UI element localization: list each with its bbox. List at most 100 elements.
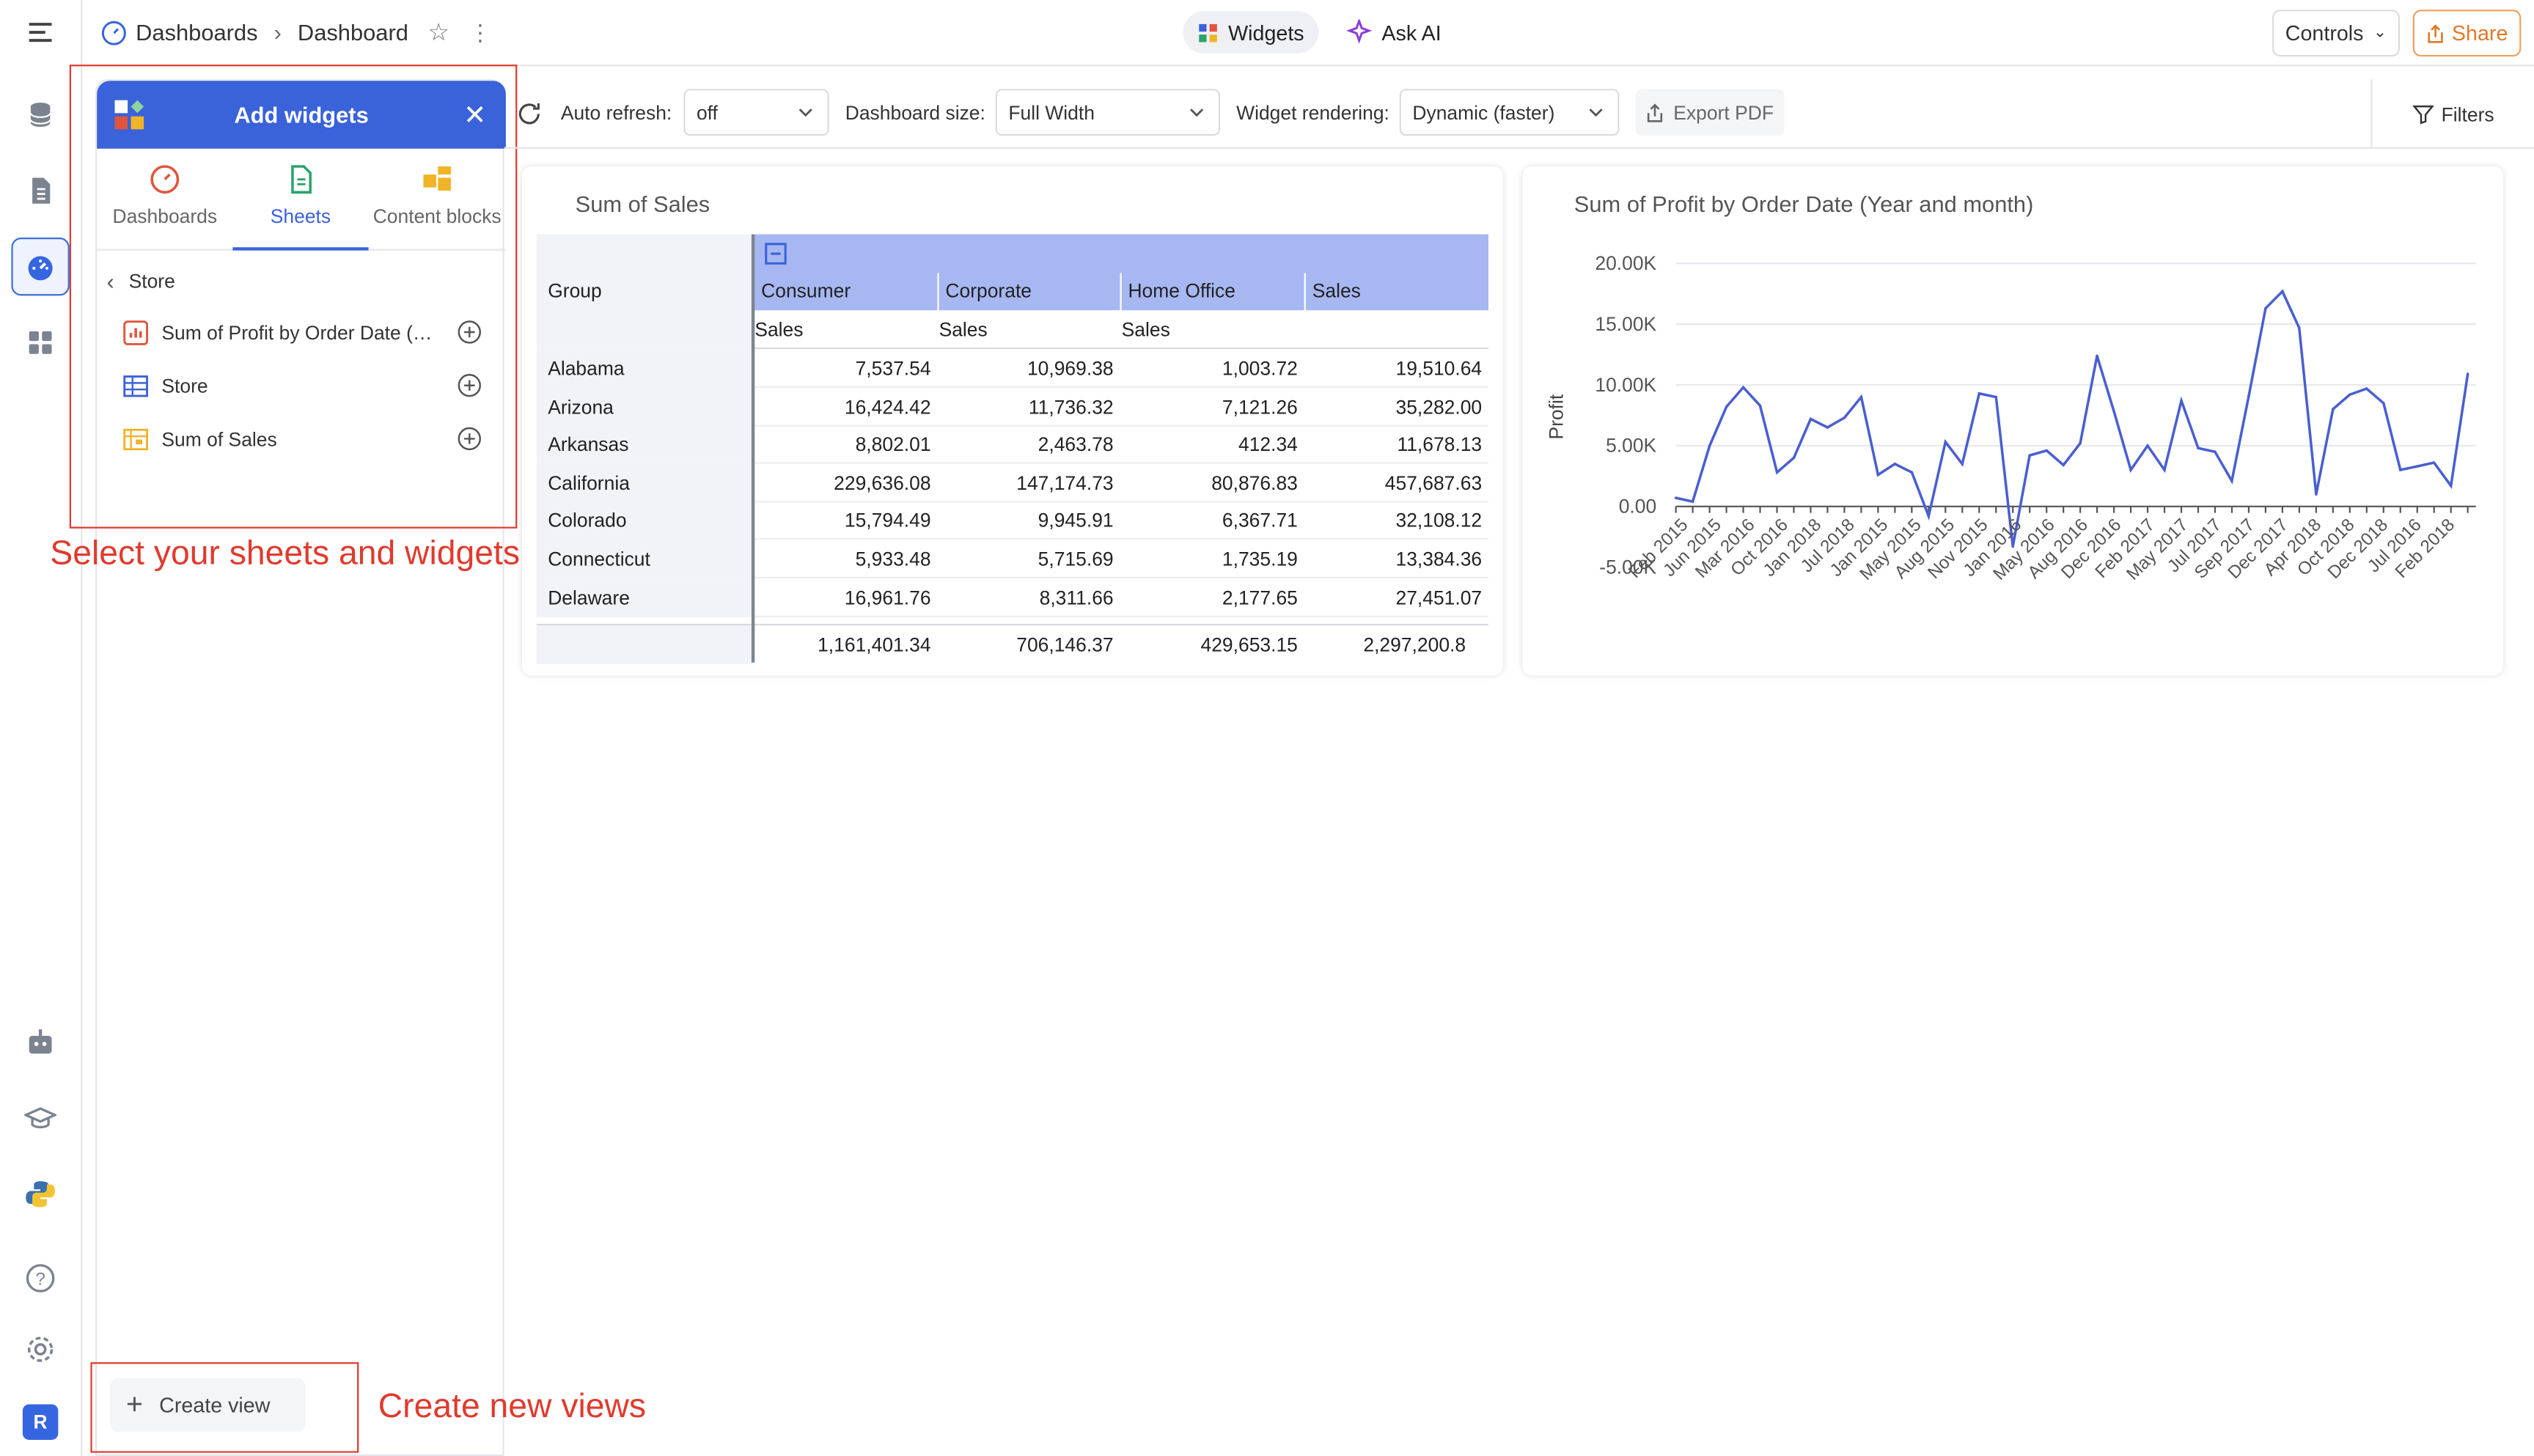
share-icon — [2428, 23, 2444, 43]
row-value-cell: 13,384.36 — [1395, 548, 1483, 571]
data-point — [1876, 473, 1880, 477]
table-row[interactable]: California 229,636.08 147,174.73 80,876.83 4… — [536, 463, 1488, 503]
row-value-cell: 1,003.72 — [1222, 357, 1298, 380]
share-button[interactable]: Share — [2412, 10, 2522, 57]
tab-widgets[interactable]: Widgets — [1183, 11, 1319, 54]
table-row[interactable]: Connecticut 5,933.48 5,715.69 1,735.19 13,38… — [536, 540, 1488, 579]
breadcrumb-current[interactable]: Dashboard — [298, 19, 408, 45]
export-pdf-button[interactable]: Export PDF — [1635, 89, 1785, 136]
dashboard-icon[interactable] — [11, 238, 70, 296]
row-value-cell: 229,636.08 — [834, 471, 931, 495]
row-value-cell: 1,735.19 — [1222, 548, 1298, 571]
data-point — [2264, 306, 2267, 310]
python-icon[interactable] — [11, 1165, 69, 1223]
data-point — [1893, 463, 1897, 466]
row-value-cell: 147,174.73 — [1016, 471, 1114, 495]
data-point — [1758, 404, 1762, 408]
filters-button[interactable]: Filters — [2370, 79, 2534, 149]
more-vertical-icon[interactable]: ⋮ — [469, 18, 491, 45]
data-point — [1843, 416, 1846, 419]
y-tick-label: 5.00K — [1606, 435, 1656, 457]
row-value-cell: 412.34 — [1238, 433, 1298, 456]
data-point — [2163, 468, 2166, 471]
row-value-cell: 6,367.71 — [1222, 510, 1298, 533]
data-point — [2062, 463, 2065, 467]
tab-widgets-label: Widgets — [1228, 20, 1304, 45]
graduation-cap-icon[interactable] — [11, 1089, 69, 1147]
database-icon[interactable] — [11, 86, 69, 144]
row-value-cell: 16,424.42 — [844, 395, 931, 418]
row-value-cell: 35,282.00 — [1395, 395, 1483, 418]
data-point — [1927, 515, 1931, 518]
data-point — [2028, 454, 2031, 457]
y-tick-label: 0.00 — [1619, 496, 1656, 518]
menu-icon[interactable] — [11, 3, 69, 61]
user-avatar[interactable]: R — [22, 1404, 59, 1440]
table-row[interactable]: Colorado 15,794.49 9,945.91 6,367.71 32,108.… — [536, 501, 1488, 541]
y-tick-label: 15.00K — [1595, 313, 1656, 335]
row-group-label: Alabama — [536, 349, 754, 389]
data-point — [2348, 393, 2351, 397]
row-value-cell: 5,715.69 — [1038, 548, 1114, 571]
row-group-label: Colorado — [536, 501, 754, 541]
data-point — [2096, 354, 2098, 358]
tab-ask-ai[interactable]: Ask AI — [1332, 11, 1455, 53]
data-point — [1994, 395, 1998, 399]
row-value-cell: 8,311.66 — [1039, 586, 1114, 609]
data-point — [2129, 468, 2132, 471]
table-row[interactable]: Arizona 16,424.42 11,736.32 7,121.26 35,282.… — [536, 387, 1488, 427]
annotation-box-create-view — [90, 1362, 359, 1453]
data-point — [2365, 387, 2368, 390]
view-tabs: Widgets Ask AI — [1183, 11, 1455, 54]
refresh-icon[interactable] — [515, 100, 543, 128]
totals-row: 1,161,401.34 706,146.37 429,653.15 2,297,20… — [536, 623, 1488, 664]
row-value-cell: 10,969.38 — [1027, 357, 1114, 380]
table-row[interactable]: Delaware 16,961.76 8,311.66 2,177.65 27,451.… — [536, 578, 1488, 617]
auto-refresh-select[interactable]: off — [683, 89, 829, 136]
breadcrumb-root[interactable]: Dashboards — [136, 19, 257, 45]
data-point — [1910, 471, 1914, 474]
data-point — [1674, 496, 1678, 499]
row-value-cell: 32,108.12 — [1395, 510, 1483, 533]
annotation-create-text: Create new views — [378, 1388, 647, 1426]
row-value-cell: 8,802.01 — [855, 433, 931, 456]
table-row[interactable]: Arkansas 8,802.01 2,463.78 412.34 11,678.13 — [536, 425, 1488, 465]
share-label: Share — [2451, 21, 2508, 45]
controls-button[interactable]: Controls ⌄ — [2272, 10, 2401, 57]
dashboard-toolbar: Auto refresh: off Dashboard size: Full W… — [504, 79, 2534, 149]
data-point — [1725, 405, 1728, 408]
auto-refresh-label: Auto refresh: — [560, 101, 672, 125]
table-row[interactable]: Alabama 7,537.54 10,969.38 1,003.72 19,510.6… — [536, 349, 1488, 389]
y-tick-label: 10.00K — [1595, 374, 1656, 396]
data-point — [2214, 450, 2217, 454]
data-point — [2415, 465, 2419, 468]
widget-rendering-select[interactable]: Dynamic (faster) — [1399, 89, 1620, 136]
breadcrumb-separator-icon: › — [273, 19, 282, 45]
totals-value-cell: 2,297,200.8 — [1363, 633, 1466, 656]
data-point — [2432, 461, 2436, 464]
row-group-label: Delaware — [536, 578, 754, 617]
y-axis-label: Profit — [1545, 394, 1567, 439]
star-icon[interactable]: ☆ — [427, 18, 449, 46]
settings-gear-icon[interactable] — [11, 1320, 69, 1378]
data-point — [2045, 449, 2049, 452]
data-point — [2298, 326, 2301, 329]
help-icon[interactable]: ? — [11, 1249, 69, 1307]
data-point — [1859, 395, 1863, 399]
dashboard-breadcrumb-icon — [101, 20, 126, 45]
row-value-cell: 11,736.32 — [1028, 395, 1114, 418]
robot-icon[interactable] — [11, 1013, 69, 1071]
data-point — [2281, 290, 2284, 293]
collapse-icon[interactable] — [765, 243, 787, 265]
dashboard-size-select[interactable]: Full Width — [995, 89, 1221, 136]
row-value-cell: 80,876.83 — [1211, 471, 1298, 495]
data-point — [1741, 386, 1745, 389]
pivot-column-label: Consumer — [761, 279, 851, 303]
pivot-column-label: Sales — [1312, 279, 1361, 303]
data-point — [2247, 394, 2250, 397]
apps-grid-icon[interactable] — [11, 314, 69, 372]
document-icon[interactable] — [11, 161, 69, 219]
chevron-down-icon — [1190, 109, 1204, 117]
data-point — [1961, 463, 1964, 466]
row-group-label: Arkansas — [536, 425, 754, 465]
